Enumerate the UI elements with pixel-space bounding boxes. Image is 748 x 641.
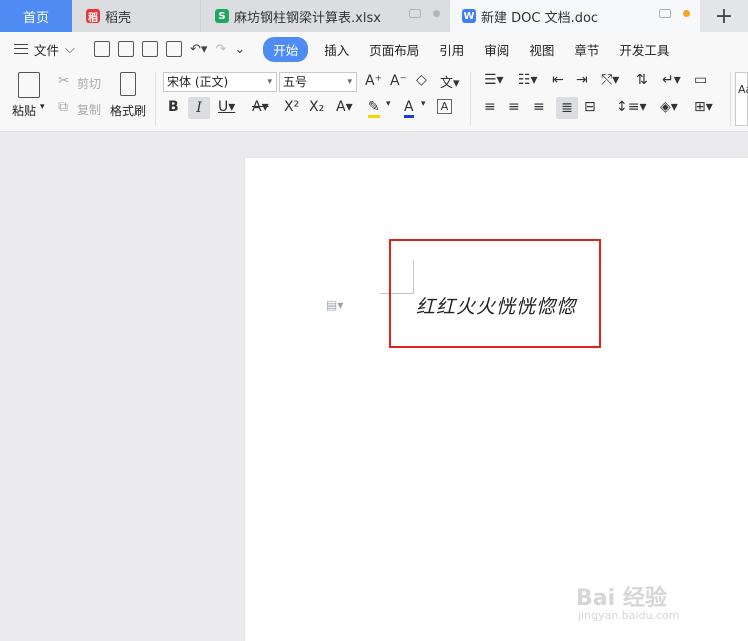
print-icon[interactable]: [142, 41, 158, 57]
chevron-down-icon[interactable]: ▾: [386, 99, 391, 109]
menu-bar: 文件 ⌵ ↶▾ ↷ ⌄ 开始 插入 页面布局 引用 审阅 视图 章节 开发工具: [0, 32, 748, 66]
tab-home-label: 首页: [22, 10, 49, 26]
undo-icon[interactable]: ↶▾: [190, 42, 207, 57]
tab-daoke-label: 稻壳: [105, 10, 132, 26]
copy-icon: ⧉: [58, 99, 68, 115]
customize-icon[interactable]: ⌄: [234, 42, 245, 57]
bold-icon[interactable]: B: [168, 99, 179, 115]
group-divider: [470, 72, 471, 126]
show-marks-icon[interactable]: ↵▾: [662, 72, 681, 88]
window-icon[interactable]: [659, 9, 671, 18]
new-tab-button[interactable]: +: [700, 0, 748, 32]
plus-icon: +: [714, 3, 734, 29]
font-color-icon[interactable]: A: [404, 99, 414, 118]
cut-button[interactable]: 剪切: [77, 75, 101, 92]
styles-gallery[interactable]: Aa: [735, 72, 748, 126]
paragraph-handle-icon[interactable]: ▤▾: [326, 298, 343, 312]
decrease-indent-icon[interactable]: ⇤: [552, 72, 564, 88]
align-right-icon[interactable]: ≡: [533, 99, 545, 115]
phonetic-guide-icon[interactable]: 文▾: [440, 72, 460, 91]
spreadsheet-icon: S: [215, 9, 229, 23]
ruler-icon[interactable]: ▭: [694, 72, 707, 88]
watermark-logo: Bai 经验: [576, 586, 667, 611]
tab-review[interactable]: 审阅: [474, 40, 519, 59]
tab-home[interactable]: 首页: [0, 0, 72, 32]
tab-start[interactable]: 开始: [263, 36, 309, 62]
grow-font-icon[interactable]: A⁺: [365, 73, 382, 89]
tab-xlsx-file[interactable]: S 麻坊钢柱钢梁计算表.xlsx: [200, 0, 450, 32]
bullet-list-icon[interactable]: ☰▾: [484, 72, 504, 88]
numbered-list-icon[interactable]: ☷▾: [518, 72, 538, 88]
superscript-icon[interactable]: X²: [284, 99, 299, 115]
chinese-layout-icon[interactable]: ⤲▾: [601, 72, 619, 88]
unsaved-dot-icon[interactable]: [683, 10, 690, 17]
group-divider: [730, 72, 731, 126]
window-icon[interactable]: [409, 9, 421, 18]
tab-developer[interactable]: 开发工具: [609, 40, 679, 59]
strikethrough-icon[interactable]: A▾: [252, 99, 269, 115]
group-divider: [155, 72, 156, 126]
shading-icon[interactable]: ◈▾: [660, 99, 678, 115]
font-name-select[interactable]: 宋体 (正文): [163, 72, 277, 92]
sort-icon[interactable]: ⇅: [636, 72, 648, 88]
file-menu-label: 文件: [34, 42, 60, 58]
watermark-url: jingyan.baidu.com: [578, 609, 680, 622]
tab-insert[interactable]: 插入: [314, 40, 359, 59]
highlight-annotation-box: [389, 239, 601, 348]
chevron-down-icon: ⌵: [65, 41, 75, 57]
tab-doc-label: 新建 DOC 文档.doc: [481, 10, 599, 26]
tab-bar: 首页 稻 稻壳 S 麻坊钢柱钢梁计算表.xlsx W 新建 DOC 文档.doc…: [0, 0, 748, 32]
tab-references[interactable]: 引用: [429, 40, 474, 59]
character-border-icon[interactable]: A: [437, 99, 452, 114]
tab-daoke[interactable]: 稻 稻壳: [72, 0, 200, 32]
increase-indent-icon[interactable]: ⇥: [576, 72, 588, 88]
export-pdf-icon[interactable]: [118, 41, 134, 57]
scissors-icon: ✂: [58, 73, 70, 89]
tab-xlsx-label: 麻坊钢柱钢梁计算表.xlsx: [234, 10, 381, 26]
paste-icon[interactable]: [18, 72, 40, 98]
copy-button[interactable]: 复制: [77, 101, 101, 118]
ribbon-tabs: 开始 插入 页面布局 引用 审阅 视图 章节 开发工具: [263, 36, 679, 62]
writer-icon: W: [462, 9, 476, 23]
shrink-font-icon[interactable]: A⁻: [390, 73, 407, 89]
save-icon[interactable]: [94, 41, 110, 57]
tab-chapter[interactable]: 章节: [564, 40, 609, 59]
tab-page-layout[interactable]: 页面布局: [359, 40, 429, 59]
paste-button[interactable]: 粘贴: [12, 102, 36, 119]
print-preview-icon[interactable]: [166, 41, 182, 57]
daoke-icon: 稻: [86, 9, 100, 24]
chevron-down-icon[interactable]: ▾: [40, 102, 45, 112]
hamburger-icon: [14, 44, 28, 54]
italic-icon[interactable]: I: [188, 97, 210, 119]
text-effect-icon[interactable]: A▾: [336, 99, 353, 115]
quick-access-toolbar: ↶▾ ↷ ⌄: [86, 41, 245, 57]
underline-icon[interactable]: U▾: [218, 99, 235, 115]
ribbon: 粘贴 ▾ ✂ 剪切 ⧉ 复制 格式刷 宋体 (正文) 五号 A⁺ A⁻ ◇ 文▾…: [0, 66, 748, 132]
distributed-icon[interactable]: ⊟: [584, 99, 596, 115]
file-menu[interactable]: 文件 ⌵: [0, 40, 86, 59]
subscript-icon[interactable]: X₂: [309, 99, 324, 115]
align-center-icon[interactable]: ≡: [508, 99, 520, 115]
chevron-down-icon[interactable]: ▾: [421, 99, 426, 109]
clear-format-icon[interactable]: ◇: [416, 72, 427, 88]
line-spacing-icon[interactable]: ↕≡▾: [616, 99, 647, 115]
tab-doc-file[interactable]: W 新建 DOC 文档.doc: [450, 0, 700, 32]
tab-view[interactable]: 视图: [519, 40, 564, 59]
format-painter-icon[interactable]: [120, 72, 136, 96]
redo-icon[interactable]: ↷: [215, 42, 226, 57]
format-painter-button[interactable]: 格式刷: [110, 102, 146, 119]
justify-icon[interactable]: ≣: [556, 97, 578, 119]
borders-icon[interactable]: ⊞▾: [694, 99, 713, 115]
font-size-select[interactable]: 五号: [279, 72, 357, 92]
document-page[interactable]: [245, 158, 748, 641]
highlighter-icon[interactable]: ✎: [368, 99, 380, 118]
align-left-icon[interactable]: ≡: [484, 99, 496, 115]
close-dot-icon[interactable]: [433, 10, 440, 17]
